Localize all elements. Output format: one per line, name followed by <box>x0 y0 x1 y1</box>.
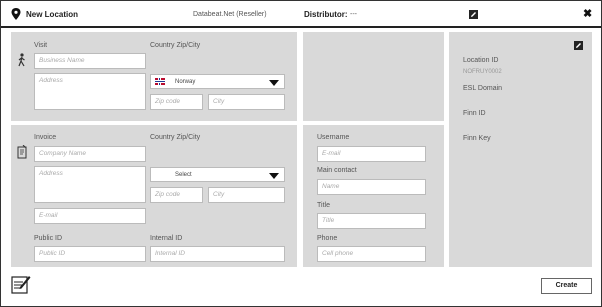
main-contact-input[interactable]: Name <box>317 179 426 195</box>
esl-domain-label: ESL Domain <box>463 85 503 92</box>
visit-zip-input[interactable]: Zip code <box>150 94 203 110</box>
visit-city-input[interactable]: City <box>208 94 285 110</box>
finn-key-label: Finn Key <box>463 135 491 142</box>
invoice-zip-input[interactable]: Zip code <box>150 187 203 203</box>
edit-icon[interactable] <box>469 10 478 19</box>
invoice-country-label: Country Zip/City <box>150 134 201 141</box>
invoice-country-value: Select <box>175 172 192 178</box>
invoice-city-input[interactable]: City <box>208 187 285 203</box>
distributor-label: Distributor: <box>304 10 348 19</box>
norway-flag-icon <box>155 78 165 85</box>
invoice-label: Invoice <box>34 134 57 141</box>
chevron-down-icon <box>269 80 279 86</box>
company-name-input[interactable]: Company Name <box>34 146 146 162</box>
location-pin-icon <box>11 8 21 20</box>
create-button[interactable]: Create <box>541 278 592 294</box>
location-id-value: NOFRUY0002 <box>463 69 502 75</box>
public-id-input[interactable]: Public ID <box>34 246 146 262</box>
visit-country-value: Norway <box>175 79 196 85</box>
distributor-value: --- <box>350 11 357 18</box>
invoice-country-select[interactable]: Select <box>150 167 285 182</box>
visit-country-select[interactable]: Norway <box>150 74 285 89</box>
invoice-email-input[interactable]: E-mail <box>34 208 146 224</box>
business-name-input[interactable]: Business Name <box>34 53 146 69</box>
visit-address-input[interactable]: Address <box>34 73 146 110</box>
visit-label: Visit <box>34 42 48 49</box>
close-icon[interactable]: ✖ <box>583 9 592 20</box>
company-name: Databeat.Net (Reseller) <box>193 11 267 18</box>
walking-person-icon <box>18 53 25 67</box>
finn-id-label: Finn ID <box>463 110 486 117</box>
dialog-title: New Location <box>26 10 79 19</box>
blank-panel <box>303 32 444 121</box>
notes-edit-icon[interactable] <box>11 273 31 295</box>
visit-country-label: Country Zip/City <box>150 42 201 49</box>
internal-id-label: Internal ID <box>150 235 183 242</box>
location-id-label: Location ID <box>463 57 499 64</box>
phone-input[interactable]: Cell phone <box>317 246 426 262</box>
chevron-down-icon <box>269 173 279 179</box>
username-label: Username <box>317 134 350 141</box>
title-input[interactable]: Title <box>317 213 426 229</box>
info-panel <box>449 32 592 267</box>
main-contact-label: Main contact <box>317 167 357 174</box>
internal-id-input[interactable]: Internal ID <box>150 246 285 262</box>
new-location-dialog: New Location Databeat.Net (Reseller) Dis… <box>0 0 602 307</box>
phone-label: Phone <box>317 235 338 242</box>
title-bar: New Location Databeat.Net (Reseller) Dis… <box>1 1 601 28</box>
title-label: Title <box>317 202 330 209</box>
invoice-document-icon <box>17 145 27 159</box>
public-id-label: Public ID <box>34 235 63 242</box>
edit-icon[interactable] <box>574 41 583 50</box>
username-input[interactable]: E-mail <box>317 146 426 162</box>
invoice-address-input[interactable]: Address <box>34 166 146 203</box>
